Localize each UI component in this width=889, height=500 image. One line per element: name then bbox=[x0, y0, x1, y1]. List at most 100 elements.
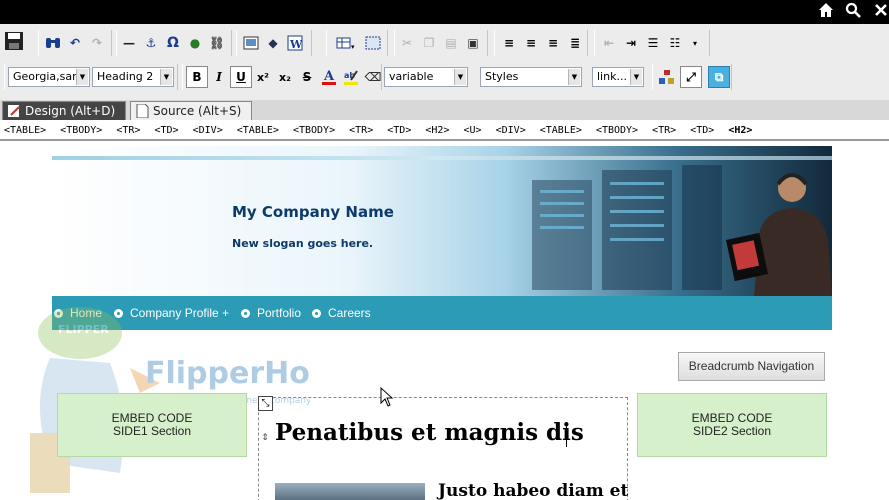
align-center-icon[interactable]: ≡ bbox=[520, 32, 542, 54]
tag-path-item[interactable]: <TBODY> bbox=[596, 125, 638, 136]
highlight-color-icon[interactable]: ab bbox=[340, 66, 362, 88]
top-bar bbox=[0, 0, 889, 24]
unordered-list-icon[interactable]: ☷ bbox=[664, 32, 686, 54]
side2-embed-section[interactable]: EMBED CODE SIDE2 Section bbox=[637, 393, 827, 457]
underline-button[interactable]: U bbox=[230, 66, 252, 88]
tag-path-current[interactable]: <H2> bbox=[728, 125, 752, 136]
align-left-icon[interactable]: ≡ bbox=[498, 32, 520, 54]
outdent-icon[interactable]: ⇤ bbox=[598, 32, 620, 54]
fullscreen-icon[interactable]: ⤢ bbox=[680, 66, 702, 88]
italic-button[interactable]: I bbox=[208, 66, 230, 88]
company-name[interactable]: My Company Name bbox=[232, 203, 394, 221]
remove-link-icon[interactable]: ⛓ bbox=[206, 32, 228, 54]
tag-path-item[interactable]: <TABLE> bbox=[237, 125, 279, 136]
tab-design[interactable]: Design (Alt+D) bbox=[2, 101, 126, 120]
breadcrumb-button[interactable]: Breadcrumb Navigation bbox=[678, 352, 825, 381]
tag-path-item[interactable]: <TBODY> bbox=[293, 125, 335, 136]
tag-path-item[interactable]: <TR> bbox=[116, 125, 140, 136]
eraser-icon[interactable]: ⌫ bbox=[362, 66, 384, 88]
horizontal-rule-icon[interactable]: — bbox=[118, 32, 140, 54]
svg-text:A: A bbox=[323, 69, 335, 84]
cut-icon[interactable]: ✂ bbox=[396, 32, 418, 54]
tag-path-item[interactable]: <TBODY> bbox=[60, 125, 102, 136]
home-icon[interactable] bbox=[816, 2, 836, 22]
tag-path-item[interactable]: <TD> bbox=[690, 125, 714, 136]
svg-text:▾: ▾ bbox=[351, 43, 355, 50]
find-icon[interactable] bbox=[42, 32, 64, 54]
content-image[interactable] bbox=[275, 483, 425, 500]
svg-text:FlipperHost: FlipperHost bbox=[145, 356, 310, 391]
side1-label-line2: SIDE1 Section bbox=[112, 424, 192, 438]
slogan[interactable]: New slogan goes here. bbox=[232, 237, 373, 250]
insert-table-icon[interactable]: ▾ bbox=[332, 32, 360, 54]
module-icon[interactable]: ⧉ bbox=[708, 66, 730, 88]
chevron-down-icon: ▼ bbox=[630, 69, 642, 85]
tag-path-item[interactable]: <DIV> bbox=[193, 125, 223, 136]
tag-path-item[interactable]: <TABLE> bbox=[4, 125, 46, 136]
font-color-icon[interactable]: A bbox=[318, 66, 340, 88]
ordered-list-icon[interactable]: ☰ bbox=[642, 32, 664, 54]
insert-link-icon[interactable]: ● bbox=[184, 32, 206, 54]
align-right-icon[interactable]: ≡ bbox=[542, 32, 564, 54]
more-options-icon[interactable]: ▾ bbox=[684, 32, 706, 54]
chevron-down-icon: ▼ bbox=[76, 69, 88, 85]
text-caret bbox=[566, 422, 567, 447]
block-format-select[interactable]: Heading 2 ▼ bbox=[92, 67, 174, 87]
paste-text-icon[interactable]: ▣ bbox=[462, 32, 484, 54]
editor-canvas[interactable]: My Company Name New slogan goes here. Ho… bbox=[0, 143, 889, 500]
side1-embed-section[interactable]: EMBED CODE SIDE1 Section bbox=[57, 393, 247, 457]
insert-media-icon[interactable]: ◆ bbox=[262, 32, 284, 54]
tag-path-item[interactable]: <TD> bbox=[155, 125, 179, 136]
strikethrough-button[interactable]: S bbox=[296, 66, 318, 88]
tag-path-item[interactable]: <U> bbox=[464, 125, 482, 136]
chevron-down-icon: ▼ bbox=[568, 69, 580, 85]
nav-item-careers[interactable]: Careers bbox=[310, 296, 371, 330]
editor-toolbar: ↶ ↷ — ⚓ Ω ● ⛓ ◆ W ▾ ✂ ❐ ▤ ▣ ≡ ≡ ≡ ≣ ⇤ ⇥ … bbox=[0, 24, 889, 100]
content-subheading[interactable]: Justo habeo diam et bbox=[438, 481, 628, 500]
pencil-icon bbox=[8, 105, 20, 117]
tag-path-item[interactable]: <TABLE> bbox=[540, 125, 582, 136]
svg-text:W: W bbox=[289, 38, 303, 51]
insert-image-icon[interactable] bbox=[240, 32, 262, 54]
undo-icon[interactable]: ↶ bbox=[64, 32, 86, 54]
resize-handle-icon[interactable]: ⤡ bbox=[258, 396, 273, 411]
tag-path-item[interactable]: <DIV> bbox=[496, 125, 526, 136]
tag-path-item[interactable]: <TR> bbox=[652, 125, 676, 136]
paste-from-word-icon[interactable]: W bbox=[284, 32, 306, 54]
form-elements-icon[interactable] bbox=[656, 66, 678, 88]
styles-select[interactable]: Styles ▼ bbox=[480, 67, 582, 87]
font-family-select[interactable]: Georgia,san ▼ bbox=[8, 67, 90, 87]
bold-button[interactable]: B bbox=[186, 66, 208, 88]
anchor-icon[interactable]: ⚓ bbox=[140, 32, 162, 54]
content-heading[interactable]: Penatibus et magnis dis bbox=[275, 419, 584, 446]
server-room-photo bbox=[532, 165, 832, 296]
superscript-button[interactable]: x² bbox=[252, 66, 274, 88]
tag-path-item[interactable]: <TD> bbox=[387, 125, 411, 136]
mode-tabs: Design (Alt+D) Source (Alt+S) bbox=[0, 100, 889, 120]
tab-source[interactable]: Source (Alt+S) bbox=[130, 101, 252, 120]
chevron-down-icon: ▼ bbox=[454, 69, 466, 85]
close-icon[interactable] bbox=[871, 2, 889, 22]
subscript-button[interactable]: x₂ bbox=[274, 66, 296, 88]
tag-path-item[interactable]: <H2> bbox=[425, 125, 449, 136]
copy-icon[interactable]: ❐ bbox=[418, 32, 440, 54]
chevron-down-icon: ▼ bbox=[160, 69, 172, 85]
indent-icon[interactable]: ⇥ bbox=[620, 32, 642, 54]
move-handle-icon[interactable]: ⇕ bbox=[260, 433, 270, 455]
redo-icon[interactable]: ↷ bbox=[86, 32, 108, 54]
document-icon bbox=[136, 104, 149, 118]
tag-path-item[interactable]: <TR> bbox=[349, 125, 373, 136]
bullet-icon bbox=[312, 309, 321, 318]
paste-icon[interactable]: ▤ bbox=[440, 32, 462, 54]
search-icon[interactable] bbox=[843, 2, 863, 22]
side2-label-line2: SIDE2 Section bbox=[692, 424, 772, 438]
link-select[interactable]: link... ▼ bbox=[592, 67, 644, 87]
save-icon[interactable] bbox=[2, 28, 26, 54]
table-properties-icon[interactable] bbox=[362, 32, 384, 54]
tag-path-bar: <TABLE> <TBODY> <TR> <TD> <DIV> <TABLE> … bbox=[0, 120, 889, 141]
special-character-icon[interactable]: Ω bbox=[162, 32, 184, 54]
font-size-select[interactable]: variable ▼ bbox=[384, 67, 468, 87]
mouse-cursor-icon bbox=[380, 387, 394, 407]
align-justify-icon[interactable]: ≣ bbox=[564, 32, 586, 54]
svg-text:FLIPPER: FLIPPER bbox=[58, 323, 109, 336]
